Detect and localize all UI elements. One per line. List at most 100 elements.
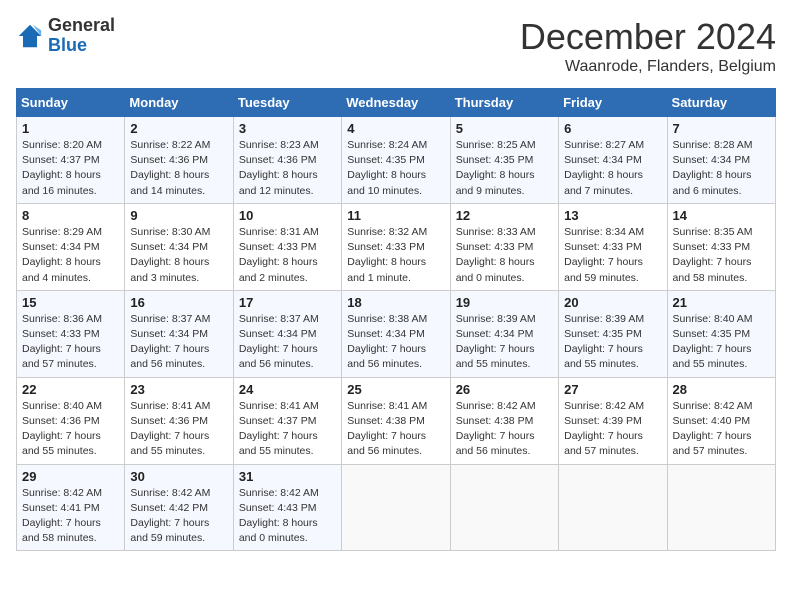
calendar-table: Sunday Monday Tuesday Wednesday Thursday… [16, 88, 776, 551]
calendar-cell: 16Sunrise: 8:37 AMSunset: 4:34 PMDayligh… [125, 290, 233, 377]
day-detail: Sunrise: 8:42 AMSunset: 4:39 PMDaylight:… [564, 399, 661, 460]
day-number: 1 [22, 121, 119, 136]
col-tuesday: Tuesday [233, 89, 341, 117]
day-detail: Sunrise: 8:23 AMSunset: 4:36 PMDaylight:… [239, 138, 336, 199]
day-detail: Sunrise: 8:41 AMSunset: 4:38 PMDaylight:… [347, 399, 444, 460]
day-number: 11 [347, 208, 444, 223]
day-number: 8 [22, 208, 119, 223]
calendar-cell: 21Sunrise: 8:40 AMSunset: 4:35 PMDayligh… [667, 290, 775, 377]
calendar-cell: 30 Sunrise: 8:42 AMSunset: 4:42 PMDayligh… [125, 464, 233, 551]
day-number: 18 [347, 295, 444, 310]
day-detail: Sunrise: 8:42 AMSunset: 4:38 PMDaylight:… [456, 399, 553, 460]
calendar-cell: 31Sunrise: 8:42 AMSunset: 4:43 PMDayligh… [233, 464, 341, 551]
day-detail: Sunrise: 8:32 AMSunset: 4:33 PMDaylight:… [347, 225, 444, 286]
col-monday: Monday [125, 89, 233, 117]
day-number: 6 [564, 121, 661, 136]
day-detail: Sunrise: 8:27 AMSunset: 4:34 PMDaylight:… [564, 138, 661, 199]
day-detail: Sunrise: 8:41 AMSunset: 4:37 PMDaylight:… [239, 399, 336, 460]
calendar-cell: 15 Sunrise: 8:36 AMSunset: 4:33 PMDayligh… [17, 290, 125, 377]
col-sunday: Sunday [17, 89, 125, 117]
calendar-cell: 28 Sunrise: 8:42 AMSunset: 4:40 PMDayligh… [667, 377, 775, 464]
header-row: Sunday Monday Tuesday Wednesday Thursday… [17, 89, 776, 117]
day-number: 2 [130, 121, 227, 136]
day-detail: Sunrise: 8:25 AMSunset: 4:35 PMDaylight:… [456, 138, 553, 199]
day-number: 25 [347, 382, 444, 397]
calendar-row: 1 Sunrise: 8:20 AMSunset: 4:37 PMDaylight… [17, 117, 776, 204]
day-detail: Sunrise: 8:29 AMSunset: 4:34 PMDaylight:… [22, 225, 119, 286]
calendar-cell: 22 Sunrise: 8:40 AMSunset: 4:36 PMDayligh… [17, 377, 125, 464]
day-detail: Sunrise: 8:42 AMSunset: 4:42 PMDaylight:… [130, 486, 227, 547]
calendar-cell [342, 464, 450, 551]
calendar-cell: 10Sunrise: 8:31 AMSunset: 4:33 PMDayligh… [233, 203, 341, 290]
day-detail: Sunrise: 8:31 AMSunset: 4:33 PMDaylight:… [239, 225, 336, 286]
calendar-cell: 11 Sunrise: 8:32 AMSunset: 4:33 PMDayligh… [342, 203, 450, 290]
day-number: 31 [239, 469, 336, 484]
day-number: 15 [22, 295, 119, 310]
day-number: 9 [130, 208, 227, 223]
day-number: 30 [130, 469, 227, 484]
calendar-cell: 8 Sunrise: 8:29 AMSunset: 4:34 PMDaylight… [17, 203, 125, 290]
day-number: 13 [564, 208, 661, 223]
day-detail: Sunrise: 8:41 AMSunset: 4:36 PMDaylight:… [130, 399, 227, 460]
day-detail: Sunrise: 8:39 AMSunset: 4:34 PMDaylight:… [456, 312, 553, 373]
day-number: 22 [22, 382, 119, 397]
calendar-cell: 23 Sunrise: 8:41 AMSunset: 4:36 PMDayligh… [125, 377, 233, 464]
col-thursday: Thursday [450, 89, 558, 117]
day-detail: Sunrise: 8:38 AMSunset: 4:34 PMDaylight:… [347, 312, 444, 373]
day-number: 21 [673, 295, 770, 310]
calendar-cell: 29Sunrise: 8:42 AMSunset: 4:41 PMDayligh… [17, 464, 125, 551]
calendar-cell: 13 Sunrise: 8:34 AMSunset: 4:33 PMDayligh… [559, 203, 667, 290]
day-number: 28 [673, 382, 770, 397]
day-detail: Sunrise: 8:33 AMSunset: 4:33 PMDaylight:… [456, 225, 553, 286]
calendar-cell: 2 Sunrise: 8:22 AMSunset: 4:36 PMDaylight… [125, 117, 233, 204]
calendar-row: 15 Sunrise: 8:36 AMSunset: 4:33 PMDayligh… [17, 290, 776, 377]
day-detail: Sunrise: 8:35 AMSunset: 4:33 PMDaylight:… [673, 225, 770, 286]
day-number: 12 [456, 208, 553, 223]
calendar-cell: 26 Sunrise: 8:42 AMSunset: 4:38 PMDayligh… [450, 377, 558, 464]
day-number: 14 [673, 208, 770, 223]
calendar-cell: 25 Sunrise: 8:41 AMSunset: 4:38 PMDayligh… [342, 377, 450, 464]
page-header: General Blue December 2024 Waanrode, Fla… [16, 16, 776, 76]
calendar-cell: 6 Sunrise: 8:27 AMSunset: 4:34 PMDaylight… [559, 117, 667, 204]
calendar-row: 8 Sunrise: 8:29 AMSunset: 4:34 PMDaylight… [17, 203, 776, 290]
calendar-body: 1 Sunrise: 8:20 AMSunset: 4:37 PMDaylight… [17, 117, 776, 551]
day-detail: Sunrise: 8:22 AMSunset: 4:36 PMDaylight:… [130, 138, 227, 199]
calendar-cell: 24Sunrise: 8:41 AMSunset: 4:37 PMDayligh… [233, 377, 341, 464]
calendar-cell [667, 464, 775, 551]
calendar-cell [559, 464, 667, 551]
day-detail: Sunrise: 8:20 AMSunset: 4:37 PMDaylight:… [22, 138, 119, 199]
day-detail: Sunrise: 8:42 AMSunset: 4:40 PMDaylight:… [673, 399, 770, 460]
logo-icon [16, 22, 44, 50]
day-number: 29 [22, 469, 119, 484]
logo-blue: Blue [48, 35, 87, 55]
month-title: December 2024 [520, 16, 776, 58]
day-number: 20 [564, 295, 661, 310]
day-number: 27 [564, 382, 661, 397]
calendar-row: 22 Sunrise: 8:40 AMSunset: 4:36 PMDayligh… [17, 377, 776, 464]
title-area: December 2024 Waanrode, Flanders, Belgiu… [520, 16, 776, 76]
calendar-cell [450, 464, 558, 551]
day-number: 16 [130, 295, 227, 310]
col-wednesday: Wednesday [342, 89, 450, 117]
day-detail: Sunrise: 8:40 AMSunset: 4:36 PMDaylight:… [22, 399, 119, 460]
calendar-cell: 18 Sunrise: 8:38 AMSunset: 4:34 PMDayligh… [342, 290, 450, 377]
calendar-cell: 19Sunrise: 8:39 AMSunset: 4:34 PMDayligh… [450, 290, 558, 377]
calendar-cell: 9 Sunrise: 8:30 AMSunset: 4:34 PMDaylight… [125, 203, 233, 290]
day-detail: Sunrise: 8:34 AMSunset: 4:33 PMDaylight:… [564, 225, 661, 286]
calendar-row: 29Sunrise: 8:42 AMSunset: 4:41 PMDayligh… [17, 464, 776, 551]
col-friday: Friday [559, 89, 667, 117]
day-detail: Sunrise: 8:36 AMSunset: 4:33 PMDaylight:… [22, 312, 119, 373]
calendar-cell: 3Sunrise: 8:23 AMSunset: 4:36 PMDaylight… [233, 117, 341, 204]
day-detail: Sunrise: 8:37 AMSunset: 4:34 PMDaylight:… [239, 312, 336, 373]
logo-text: General Blue [48, 16, 115, 56]
day-number: 23 [130, 382, 227, 397]
logo-general: General [48, 15, 115, 35]
calendar-cell: 7Sunrise: 8:28 AMSunset: 4:34 PMDaylight… [667, 117, 775, 204]
calendar-cell: 27 Sunrise: 8:42 AMSunset: 4:39 PMDayligh… [559, 377, 667, 464]
calendar-cell: 1 Sunrise: 8:20 AMSunset: 4:37 PMDaylight… [17, 117, 125, 204]
day-detail: Sunrise: 8:30 AMSunset: 4:34 PMDaylight:… [130, 225, 227, 286]
day-number: 26 [456, 382, 553, 397]
calendar-cell: 14 Sunrise: 8:35 AMSunset: 4:33 PMDayligh… [667, 203, 775, 290]
logo: General Blue [16, 16, 115, 56]
day-number: 5 [456, 121, 553, 136]
